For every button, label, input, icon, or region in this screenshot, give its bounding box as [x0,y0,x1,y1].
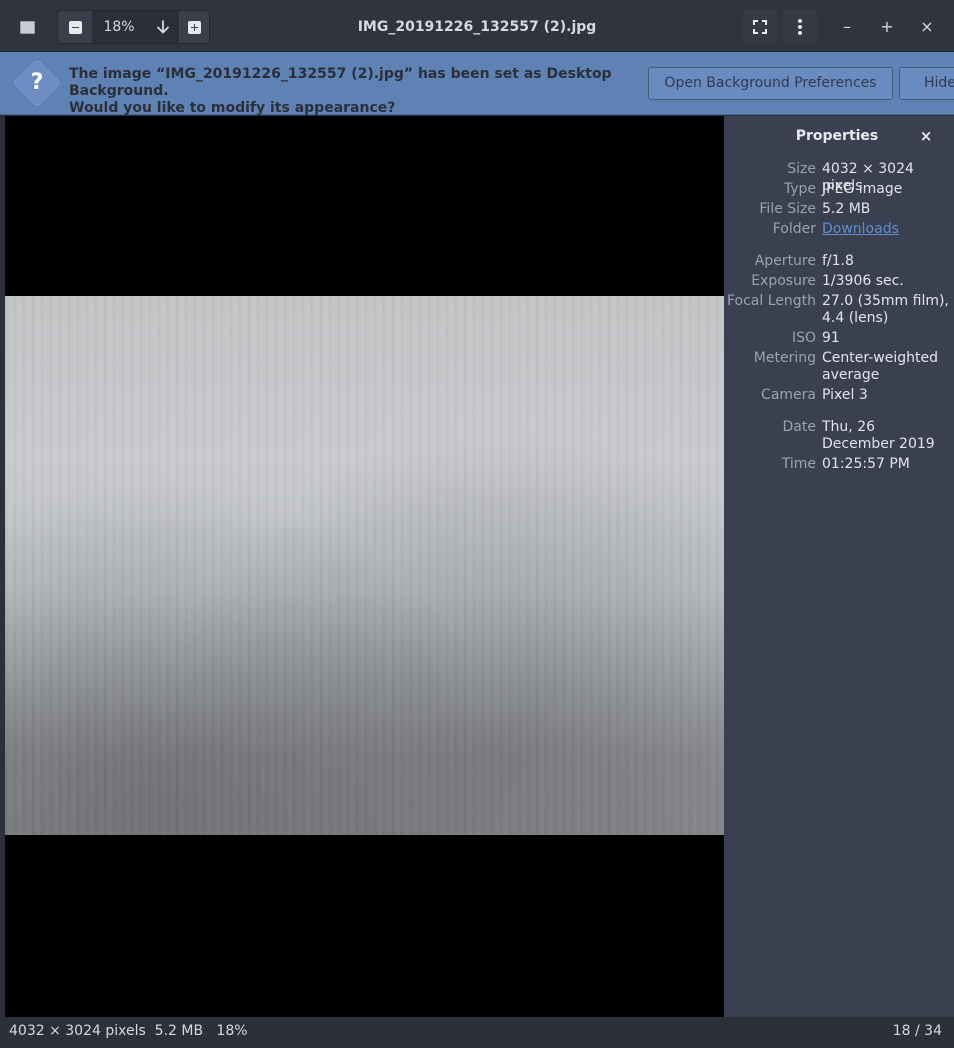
fullscreen-icon [753,20,767,34]
hide-infobar-button[interactable]: Hide [899,67,954,100]
zoom-controls: 18% [57,10,210,44]
prop-value: 27.0 (35mm film), 4.4 (lens) [822,293,949,326]
prop-key: File Size [759,201,816,217]
header-bar: 18% IMG_20191226_132557 (2).jpg – + × [0,0,954,52]
kebab-menu-icon [798,19,802,35]
infobar-message: The image “IMG_20191226_132557 (2).jpg” … [69,66,644,117]
infobar-message-line1: The image “IMG_20191226_132557 (2).jpg” … [69,66,612,99]
close-window-button[interactable]: × [915,14,939,38]
maximize-icon: + [880,16,894,36]
arrow-down-icon [157,20,169,34]
prop-key: Metering [753,350,816,366]
properties-close-button[interactable]: × [916,126,936,146]
prop-value: JPEG image [822,181,903,197]
zoom-out-button[interactable] [58,11,92,43]
prop-key: Camera [761,387,816,403]
prop-value: Pixel 3 [822,387,868,403]
zoom-in-icon [187,20,201,34]
image-position-status: 18 / 34 [892,1023,942,1039]
prop-key: Exposure [751,273,816,289]
window-title: IMG_20191226_132557 (2).jpg [357,19,597,35]
fullscreen-button[interactable] [743,10,777,44]
zoom-menu-button[interactable] [148,11,178,43]
prop-key: ISO [791,330,816,346]
properties-panel: Properties × Size 4032 × 3024 pixels Typ… [724,116,954,1017]
status-bar: 4032 × 3024 pixels 5.2 MB 18% 18 / 34 [0,1017,954,1048]
prop-key: Focal Length [726,293,816,309]
minimize-button[interactable]: – [835,14,859,38]
maximize-button[interactable]: + [875,14,899,38]
prop-key: Type [783,181,816,197]
zoom-level[interactable]: 18% [92,11,146,43]
minimize-icon: – [843,16,851,36]
desktop-background-infobar: ? The image “IMG_20191226_132557 (2).jpg… [0,52,954,117]
prop-value: f/1.8 [822,253,854,269]
gallery-icon [19,20,35,34]
prop-value: Thu, 26 December 2019 [822,419,935,452]
prop-key: Aperture [754,253,816,269]
prop-key: Folder [772,221,816,237]
prop-key: Time [781,456,816,472]
menu-button[interactable] [783,10,817,44]
prop-value: 5.2 MB [822,201,871,217]
displayed-image [5,296,724,835]
close-icon: × [920,16,934,36]
prop-value: Center-weighted average [822,350,938,383]
zoom-out-icon [68,20,82,34]
prop-value: 01:25:57 PM [822,456,910,472]
zoom-in-button[interactable] [179,11,209,43]
gallery-button[interactable] [8,10,46,44]
prop-value: 91 [822,330,840,346]
open-background-preferences-button[interactable]: Open Background Preferences [648,67,893,100]
prop-key: Date [782,419,816,435]
folder-link[interactable]: Downloads [822,221,952,238]
image-viewer[interactable] [5,116,724,1017]
image-info-status: 4032 × 3024 pixels 5.2 MB 18% [9,1023,248,1039]
infobar-message-line2: Would you like to modify its appearance? [69,100,396,116]
question-icon: ? [14,60,60,106]
prop-value: 1/3906 sec. [822,273,904,289]
prop-key: Size [787,161,816,177]
